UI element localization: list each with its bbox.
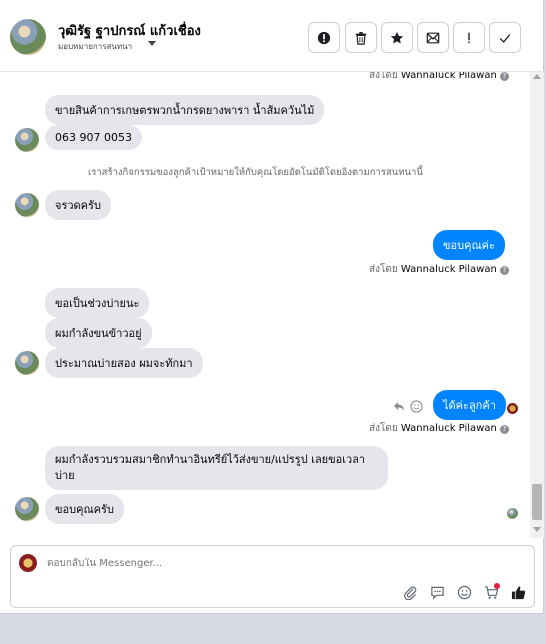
- messenger-panel: วุฒิรัฐ ฐาปกรณ์ แก้วเชื่อง มอบหมายการสนท…: [0, 0, 546, 644]
- message-list[interactable]: ส่งโดย Wannaluck Pilawan? ขายสินค้าการเก…: [0, 72, 530, 538]
- reply-icon[interactable]: [393, 400, 405, 412]
- saved-replies-button[interactable]: [428, 583, 446, 601]
- mark-done-button[interactable]: [489, 22, 521, 53]
- contact-avatar-small[interactable]: [15, 193, 39, 217]
- scroll-down-arrow[interactable]: [533, 527, 541, 532]
- like-button[interactable]: [509, 583, 527, 601]
- report-icon: [317, 31, 331, 44]
- incoming-message[interactable]: ประมาณบ่ายสอง ผมจะทักมา: [45, 348, 203, 378]
- report-spam-button[interactable]: [308, 22, 340, 53]
- info-icon: ?: [499, 425, 509, 434]
- emoji-icon: [457, 585, 471, 599]
- incoming-message[interactable]: ขายสินค้าการเกษตรพวกน้ำกรดยางพารา น้ำส้ม…: [45, 95, 325, 125]
- incoming-message[interactable]: ขอเป็นช่วงบ่ายนะ: [45, 288, 150, 318]
- attach-icon: [403, 585, 416, 600]
- conversation-window: วุฒิรัฐ ฐาปกรณ์ แก้วเชื่อง มอบหมายการสนท…: [0, 0, 544, 614]
- attach-file-button[interactable]: [401, 583, 419, 601]
- incoming-message[interactable]: 063 907 0053: [45, 125, 142, 150]
- seen-indicator-avatar: [507, 403, 518, 414]
- shop-button[interactable]: [482, 583, 500, 601]
- contact-avatar-small[interactable]: [15, 497, 39, 521]
- done-icon: [499, 33, 511, 43]
- like-icon: [511, 585, 525, 599]
- conversation-header: วุฒิรัฐ ฐาปกรณ์ แก้วเชื่อง มอบหมายการสนท…: [0, 0, 544, 72]
- info-icon: ?: [499, 266, 509, 275]
- outgoing-message[interactable]: ขอบคุณค่ะ: [433, 230, 505, 260]
- seen-indicator-avatar: [507, 508, 518, 519]
- page-avatar: [19, 554, 37, 572]
- contact-avatar[interactable]: [10, 19, 46, 55]
- scrollbar-thumb[interactable]: [532, 484, 542, 520]
- chat-scrollbar[interactable]: [530, 72, 544, 538]
- contact-name[interactable]: วุฒิรัฐ ฐาปกรณ์ แก้วเชื่อง: [58, 20, 201, 41]
- scroll-up-arrow[interactable]: [533, 74, 541, 79]
- follow-up-button[interactable]: [453, 22, 485, 53]
- reply-input[interactable]: [47, 558, 447, 569]
- saved-reply-icon: [430, 586, 444, 600]
- incoming-message[interactable]: ผมกำลังรวบรวมสมาชิกทำนาอินทรีย์ไว้ส่งขาย…: [45, 446, 388, 490]
- mark-unread-icon: [426, 32, 440, 43]
- chevron-down-icon[interactable]: [148, 41, 156, 46]
- star-icon: [390, 31, 404, 44]
- incoming-message[interactable]: ผมกำลังขนข้าวอยู่: [45, 318, 152, 348]
- react-icon[interactable]: [410, 400, 423, 413]
- incoming-message[interactable]: จรวดครับ: [45, 190, 111, 220]
- message-line: ผมกำลังรวบรวมสมาชิกทำนาอินทรีย์ไว้ส่งขาย…: [55, 453, 366, 466]
- sent-by-label: ส่งโดย Wannaluck Pilawan?: [369, 421, 509, 436]
- sent-by-label: ส่งโดย Wannaluck Pilawan?: [369, 72, 509, 83]
- contact-avatar-small[interactable]: [15, 128, 39, 152]
- mark-unread-button[interactable]: [417, 22, 449, 53]
- sent-by-label: ส่งโดย Wannaluck Pilawan?: [369, 262, 509, 277]
- reply-composer: [10, 545, 535, 608]
- outgoing-message[interactable]: ได้ค่ะลูกค้า: [433, 390, 506, 420]
- delete-button[interactable]: [345, 22, 377, 53]
- follow-up-icon: [468, 32, 470, 43]
- contact-avatar-small[interactable]: [15, 351, 39, 375]
- star-button[interactable]: [381, 22, 413, 53]
- assign-conversation-dropdown[interactable]: มอบหมายการสนทนา: [58, 40, 132, 53]
- incoming-message[interactable]: ขอบคุณครับ: [45, 494, 124, 524]
- emoji-button[interactable]: [455, 583, 473, 601]
- notification-dot: [494, 583, 500, 589]
- message-line: บ่าย: [55, 469, 75, 482]
- info-icon: ?: [499, 72, 509, 81]
- system-message: เราสร้างกิจกรรมของลูกค้าเป้าหมายให้กับคุ…: [88, 167, 423, 178]
- trash-icon: [355, 31, 367, 45]
